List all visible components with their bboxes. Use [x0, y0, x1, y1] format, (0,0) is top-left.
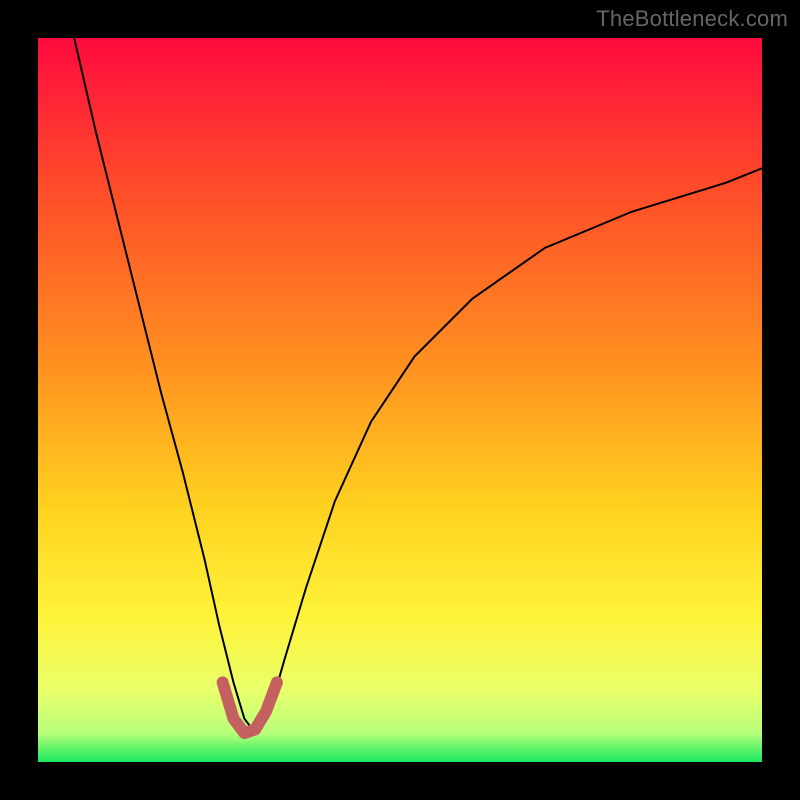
outer-frame: TheBottleneck.com [0, 0, 800, 800]
watermark-text: TheBottleneck.com [596, 6, 788, 32]
gradient-background [38, 38, 762, 762]
plot-area [38, 38, 762, 762]
chart-svg [38, 38, 762, 762]
